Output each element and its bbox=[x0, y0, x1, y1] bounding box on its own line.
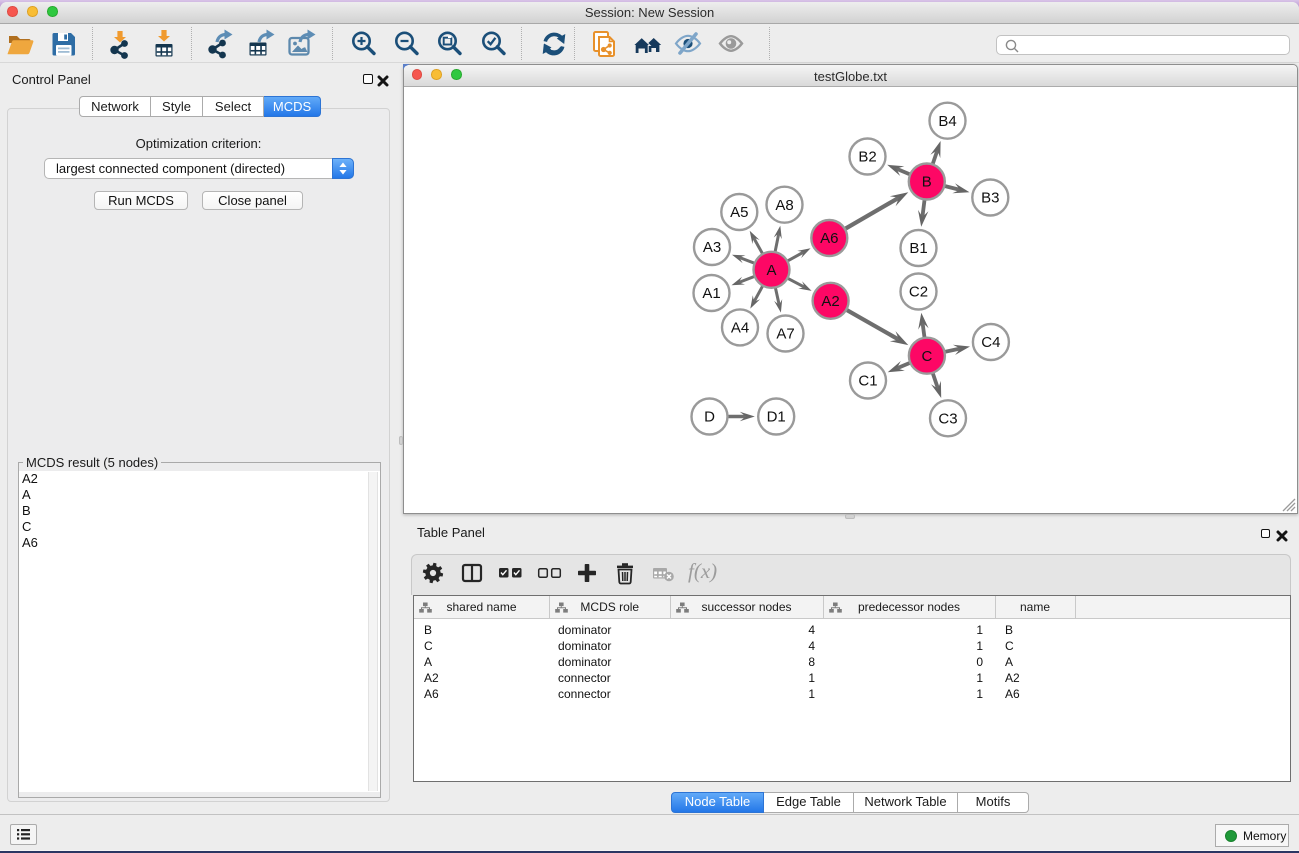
svg-text:B2: B2 bbox=[858, 149, 876, 166]
svg-text:B: B bbox=[922, 174, 932, 191]
svg-text:A7: A7 bbox=[776, 326, 794, 343]
svg-text:C3: C3 bbox=[938, 411, 957, 428]
svg-text:B1: B1 bbox=[909, 240, 927, 257]
svg-text:C4: C4 bbox=[981, 334, 1000, 351]
svg-text:C2: C2 bbox=[909, 284, 928, 301]
svg-text:B4: B4 bbox=[938, 113, 956, 130]
svg-text:A3: A3 bbox=[703, 239, 721, 256]
svg-text:D1: D1 bbox=[767, 409, 786, 426]
svg-text:A4: A4 bbox=[731, 320, 749, 337]
svg-text:A8: A8 bbox=[775, 197, 793, 214]
svg-text:C: C bbox=[921, 348, 932, 365]
svg-text:A5: A5 bbox=[730, 204, 748, 221]
svg-text:A6: A6 bbox=[820, 230, 838, 247]
svg-text:B3: B3 bbox=[981, 190, 999, 207]
svg-text:A1: A1 bbox=[702, 285, 720, 302]
svg-text:D: D bbox=[704, 409, 715, 426]
svg-text:C1: C1 bbox=[858, 373, 877, 390]
svg-text:A: A bbox=[766, 262, 776, 279]
svg-text:A2: A2 bbox=[821, 293, 839, 310]
